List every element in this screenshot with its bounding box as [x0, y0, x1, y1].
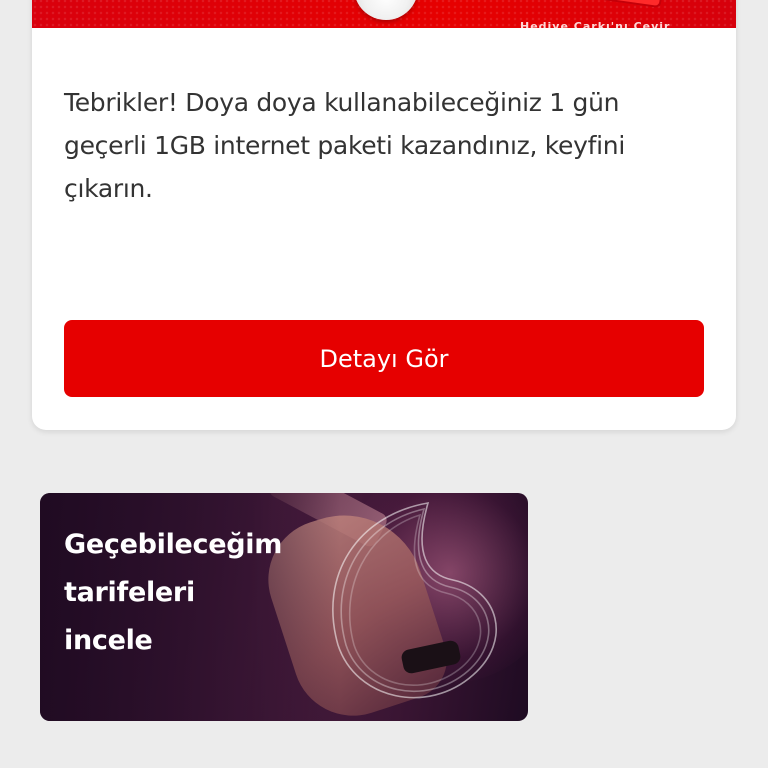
vodafone-speechmark-icon	[332, 501, 497, 699]
reward-message: Tebrikler! Doya doya kullanabileceğiniz …	[64, 88, 625, 203]
detail-button[interactable]: Detayı Gör	[64, 320, 704, 397]
tariffs-promo-card[interactable]: Geçebileceğim tarifeleri incele	[40, 493, 528, 721]
promo-title-line: tarifeleri	[64, 577, 195, 608]
banner-caption: Hediye Çarkı'nı Çevir	[520, 20, 671, 28]
promo-title: Geçebileceğim tarifeleri incele	[64, 521, 282, 665]
reward-banner: Hediye Çarkı'nı Çevir	[32, 0, 736, 28]
promo-title-line: Geçebileceğim	[64, 529, 283, 560]
promo-title-line: incele	[64, 625, 153, 656]
reward-card: Hediye Çarkı'nı Çevir Tebrikler! Doya do…	[32, 0, 736, 430]
